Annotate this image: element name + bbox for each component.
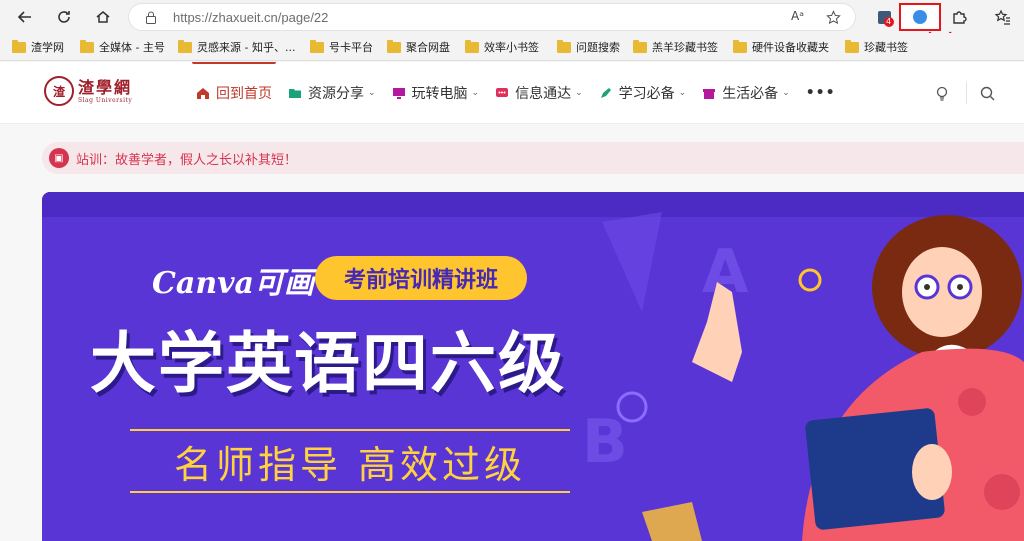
- reload-button[interactable]: [51, 4, 77, 30]
- logo-seal-icon: 渣: [44, 76, 74, 106]
- chat-icon: [496, 88, 509, 97]
- folder-icon: [80, 39, 94, 53]
- folder-icon: [465, 39, 479, 53]
- nav-label: 学习必备: [618, 86, 675, 102]
- gift-icon: [703, 89, 716, 99]
- chevron-down-icon: ⌄: [368, 88, 376, 98]
- search-icon[interactable]: [980, 86, 995, 101]
- url-path: /page/22: [277, 10, 329, 25]
- extension-button-1[interactable]: 4: [871, 4, 897, 30]
- hero-banner[interactable]: A B Canva可画 考前培训精讲班 大学英语四六级 名师指导 高效过级: [42, 192, 1024, 541]
- chevron-down-icon: ⌄: [782, 88, 790, 98]
- lightbulb-icon[interactable]: [935, 86, 949, 102]
- favorites-button[interactable]: [990, 4, 1016, 30]
- logo-subtitle: Slag University: [78, 96, 133, 104]
- banner-headline: 大学英语四六级: [90, 325, 566, 402]
- browser-toolbar: https://zhaxueit.cn/page/22 Aᵃ 4 点击: [0, 0, 1024, 54]
- folder-icon: [845, 39, 859, 53]
- reload-icon: [58, 11, 70, 23]
- address-bar[interactable]: https://zhaxueit.cn/page/22 Aᵃ: [128, 3, 856, 31]
- bookmark-item[interactable]: 珍藏书签: [845, 38, 908, 56]
- nav-item-resources[interactable]: 资源分享 ⌄: [280, 62, 384, 124]
- pen-icon: [600, 88, 611, 98]
- bookmark-item[interactable]: 号卡平台: [310, 38, 373, 56]
- back-button[interactable]: [12, 4, 38, 30]
- bookmark-item[interactable]: 渣学网: [12, 38, 64, 56]
- nav-item-study[interactable]: 学习必备 ⌄: [591, 62, 695, 124]
- chevron-down-icon: ⌄: [575, 88, 583, 98]
- url-text: https://zhaxueit.cn/page/22: [173, 10, 328, 25]
- nav-label: 信息通达: [515, 86, 572, 102]
- nav-label: 生活必备: [722, 86, 779, 102]
- course-pill: 考前培训精讲班: [315, 256, 527, 300]
- url-host: https://zhaxueit.cn: [173, 10, 278, 25]
- folder-icon: [12, 39, 26, 53]
- notice-bar: ▣ 站训：故善学者，假人之长以补其短！: [42, 142, 1024, 174]
- bookmark-item[interactable]: 硬件设备收藏夹: [733, 38, 829, 56]
- monitor-icon: [392, 88, 405, 99]
- book-icon: ▣: [49, 148, 69, 168]
- folder-icon: [310, 39, 324, 53]
- extension-icon: 4: [877, 10, 894, 27]
- read-aloud-icon[interactable]: Aᵃ: [791, 9, 804, 23]
- logo-title: 渣學網: [78, 77, 133, 97]
- bookmark-item[interactable]: 问题搜索: [557, 38, 620, 56]
- lock-icon: [146, 11, 156, 24]
- extension-icon-blue: [913, 10, 927, 24]
- bookmark-item[interactable]: 聚合网盘: [387, 38, 450, 56]
- nav-item-life[interactable]: 生活必备 ⌄: [694, 62, 798, 124]
- bookmark-item[interactable]: 灵感来源 - 知乎、...: [178, 38, 295, 56]
- nav-label: 玩转电脑: [411, 86, 468, 102]
- nav-item-computer[interactable]: 玩转电脑 ⌄: [384, 62, 488, 124]
- folder-icon: [289, 89, 301, 98]
- folder-icon: [633, 39, 647, 53]
- notice-text: 站训：故善学者，假人之长以补其短！: [76, 153, 298, 168]
- extension-badge: 4: [883, 16, 894, 27]
- banner-subline: 名师指导 高效过级: [130, 429, 570, 493]
- home-button[interactable]: [90, 4, 116, 30]
- nav-item-home[interactable]: 回到首页: [188, 62, 280, 124]
- nav-more-button[interactable]: •••: [798, 62, 844, 124]
- puzzle-icon: [953, 11, 967, 24]
- home-icon: [197, 88, 209, 99]
- folder-icon: [557, 39, 571, 53]
- chevron-down-icon: ⌄: [471, 88, 480, 98]
- folder-icon: [387, 39, 401, 53]
- site-logo[interactable]: 渣 渣學網 Slag University: [44, 76, 132, 106]
- favorites-list-icon: [995, 9, 1010, 25]
- folder-icon: [733, 39, 747, 53]
- site-header: 渣 渣學網 Slag University 回到首页 资源分享 ⌄ 玩转电脑 ⌄ 信…: [0, 62, 1024, 124]
- canva-brand: Canva可画: [152, 266, 314, 301]
- nav-item-info[interactable]: 信息通达 ⌄: [487, 62, 591, 124]
- header-divider: [966, 82, 967, 104]
- favorite-star-icon[interactable]: [826, 10, 841, 25]
- nav-label: 资源分享: [308, 86, 364, 102]
- bookmarks-bar: 渣学网 全媒体 - 主号 灵感来源 - 知乎、... 号卡平台 聚合网盘 效率小…: [0, 33, 1024, 61]
- bookmark-item[interactable]: 羔羊珍藏书签: [633, 38, 718, 56]
- chevron-down-icon: ⌄: [678, 88, 687, 98]
- back-arrow-icon: [17, 11, 31, 23]
- bookmark-item[interactable]: 效率小书签: [465, 38, 539, 56]
- folder-icon: [178, 39, 192, 53]
- bookmark-item[interactable]: 全媒体 - 主号: [80, 38, 165, 56]
- nav-label: 回到首页: [216, 86, 272, 102]
- main-nav: 回到首页 资源分享 ⌄ 玩转电脑 ⌄ 信息通达 ⌄ 学习必备 ⌄ 生活必备 ⌄ •••: [188, 62, 844, 124]
- home-icon: [96, 11, 110, 23]
- more-icon: •••: [805, 85, 836, 101]
